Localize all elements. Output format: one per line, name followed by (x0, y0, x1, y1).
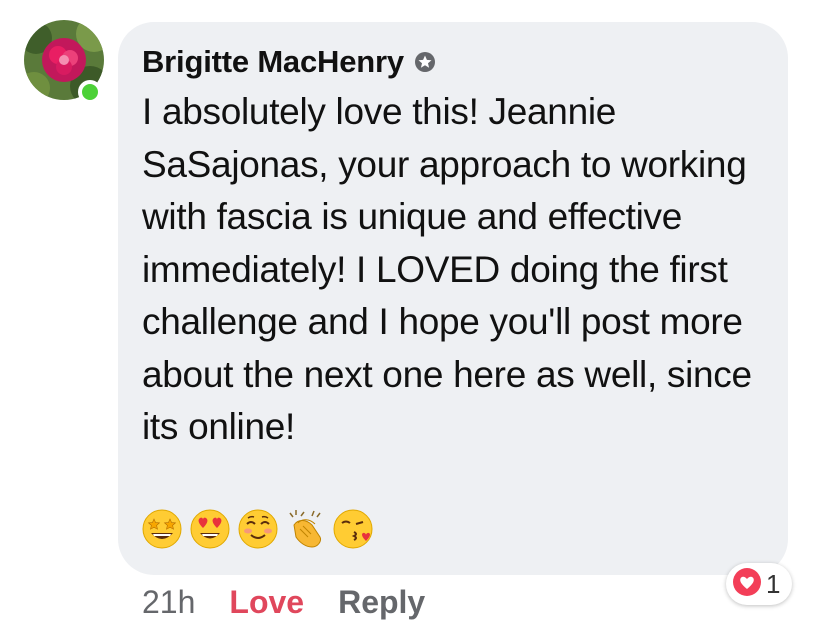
timestamp[interactable]: 21h (142, 584, 195, 621)
heart-eyes-emoji (188, 507, 232, 551)
clapping-hands-emoji (284, 507, 328, 551)
love-button[interactable]: Love (229, 584, 304, 621)
love-reaction-icon (732, 567, 762, 602)
kissing-heart-emoji (332, 507, 376, 551)
reaction-summary[interactable]: 1 (726, 563, 793, 605)
star-struck-emoji (140, 507, 184, 551)
author-name[interactable]: Brigitte MacHenry (142, 44, 404, 80)
smiling-blush-emoji (236, 507, 280, 551)
emoji-row (140, 507, 376, 551)
comment-actions: 21h Love Reply (142, 580, 425, 624)
online-status-dot (78, 80, 102, 104)
top-fan-badge-icon[interactable] (414, 51, 436, 73)
comment-bubble: Brigitte MacHenry I absolutely love this… (118, 22, 788, 575)
comment-text: I absolutely love this! Jeannie SaSajona… (142, 91, 752, 447)
reply-button[interactable]: Reply (338, 584, 425, 621)
reaction-count: 1 (766, 568, 781, 599)
author-row: Brigitte MacHenry (142, 42, 436, 82)
